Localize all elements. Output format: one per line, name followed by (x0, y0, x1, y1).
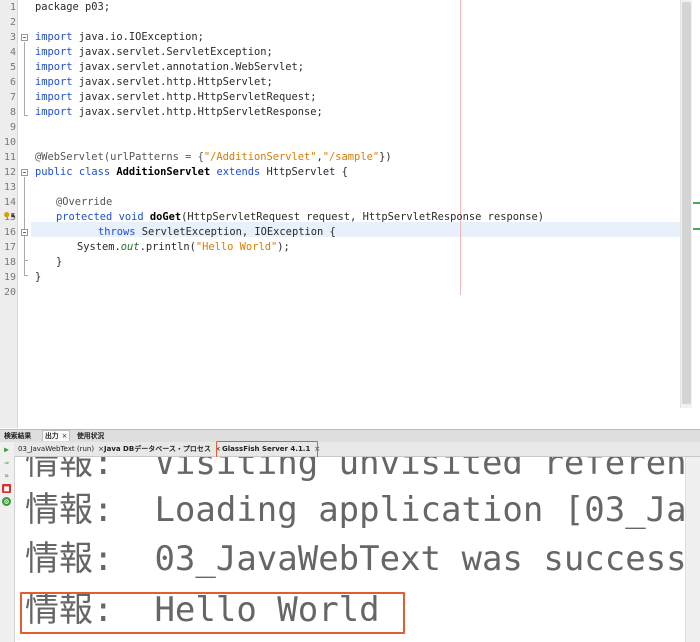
code-line: import javax.servlet.http.HttpServlet; (35, 76, 273, 88)
code-line: protected void doGet(HttpServletRequest … (56, 211, 544, 223)
line-number: 4 (9, 47, 16, 58)
output-line: 情報: Visiting unvisited referenc (25, 457, 685, 483)
output-line: 情報: Loading application [03_Jav (25, 490, 685, 530)
line-number: 14 (3, 197, 16, 208)
tab-javadb-process[interactable]: Java DBデータベース・プロセス × (102, 444, 223, 455)
code-line: @Override (56, 196, 113, 208)
line-number: 13 (3, 182, 16, 193)
line-number: 10 (3, 137, 16, 148)
close-icon[interactable]: × (62, 432, 68, 440)
line-number: 2 (9, 17, 16, 28)
code-line: import javax.servlet.ServletException; (35, 46, 273, 58)
rerun-with-params-icon[interactable]: ⇒ (2, 458, 11, 467)
code-line: } (35, 271, 42, 283)
output-vertical-scrollbar[interactable] (685, 457, 700, 642)
fold-guide (24, 237, 25, 260)
line-number: 9 (9, 122, 16, 133)
code-line: package p03; (35, 1, 111, 13)
line-number: 1 (9, 2, 16, 13)
fold-toggle-icon[interactable] (21, 229, 28, 236)
code-line: System.out.println("Hello World"); (77, 241, 290, 253)
error-stripe-marker[interactable] (693, 202, 700, 204)
line-number: 12 (3, 167, 16, 178)
code-line: @WebServlet(urlPatterns = {"/AdditionSer… (35, 151, 392, 163)
line-number: 17 (3, 242, 16, 253)
output-line: 情報: 03_JavaWebText was successf (25, 539, 685, 579)
tab-output[interactable]: 出力 × (42, 430, 71, 441)
highlight-box-hello-world (20, 592, 405, 634)
panel-tab-bar: 検索結果 出力 × 使用状況 (0, 429, 700, 443)
code-line: import java.io.IOException; (35, 31, 204, 43)
fold-guide-end (24, 260, 28, 261)
line-number: 3 (9, 32, 16, 43)
rerun-icon[interactable]: ▶ (2, 445, 11, 454)
code-line: import javax.servlet.annotation.WebServl… (35, 61, 305, 73)
line-number: 11 (3, 152, 16, 163)
fold-guide-end (24, 115, 28, 116)
code-text[interactable]: package p03; import java.io.IOException;… (35, 0, 680, 300)
fold-guide-end (24, 275, 28, 276)
highlight-box-server-tab (216, 441, 318, 458)
tab-usages[interactable]: 使用状況 (75, 431, 106, 441)
line-number: 20 (3, 287, 16, 298)
line-number: 7 (9, 92, 16, 103)
code-line: public class AdditionServlet extends Htt… (35, 166, 348, 178)
line-number: 5 (9, 62, 16, 73)
fold-guide (24, 42, 25, 115)
tab-search-results[interactable]: 検索結果 (2, 431, 33, 441)
fold-toggle-icon[interactable] (21, 34, 28, 41)
line-number: 19 (3, 272, 16, 283)
editor-scroll-thumb[interactable] (682, 2, 691, 404)
stop-icon[interactable]: ■ (2, 484, 11, 493)
line-number: 6 (9, 77, 16, 88)
line-number: 8 (9, 107, 16, 118)
code-line: import javax.servlet.http.HttpServletRes… (35, 106, 323, 118)
line-number-gutter: 1 2 3 4 5 6 7 8 9 10 11 12 13 14 15 16 1… (0, 0, 18, 428)
fold-toggle-icon[interactable] (21, 169, 28, 176)
override-marker-icon[interactable]: ▲ (11, 210, 15, 220)
tab-javawebtext-run[interactable]: 03_JavaWebText (run) × (16, 444, 106, 455)
line-number: 16 (3, 227, 16, 238)
lightbulb-hint-icon[interactable]: ● (4, 210, 9, 220)
line-number: 18 (3, 257, 16, 268)
code-line: import javax.servlet.http.HttpServletReq… (35, 91, 317, 103)
error-stripe-marker[interactable] (693, 228, 700, 230)
output-side-toolbar: ▶ ⇒ » ■ ⚙ (0, 442, 15, 642)
continue-icon[interactable]: » (2, 471, 11, 480)
code-editor[interactable]: 1 2 3 4 5 6 7 8 9 10 11 12 13 14 15 16 1… (0, 0, 700, 428)
output-tab-bar: 03_JavaWebText (run) × Java DBデータベース・プロセス… (14, 442, 700, 457)
code-line: } (56, 256, 63, 268)
settings-icon[interactable]: ⚙ (2, 497, 11, 506)
code-line: throws ServletException, IOException { (98, 226, 336, 238)
